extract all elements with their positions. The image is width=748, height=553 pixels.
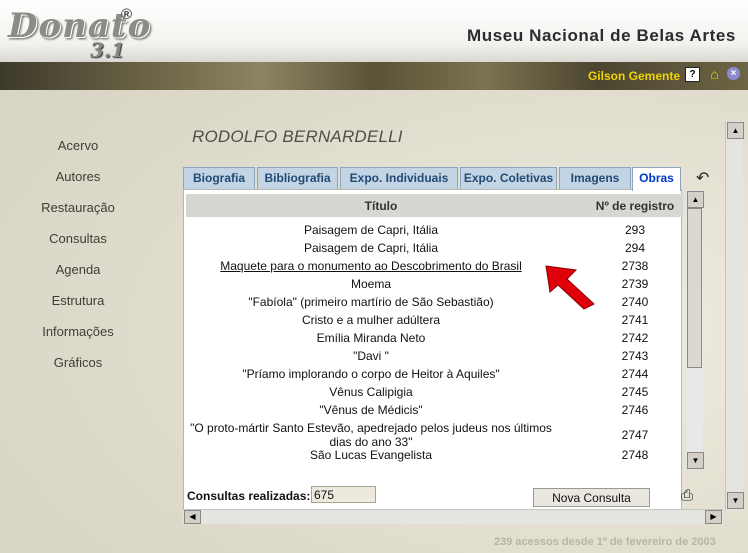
sidebar-item-acervo[interactable]: Acervo (0, 137, 156, 168)
scroll-up-button[interactable]: ▲ (687, 191, 704, 208)
table-row: "Príamo implorando o corpo de Heitor à A… (186, 367, 683, 385)
user-name: Gilson Gemente (587, 69, 680, 83)
tab-bibliografia[interactable]: Bibliografia (257, 167, 338, 189)
header: Donato ® 3.1 Museu Nacional de Belas Art… (0, 0, 748, 62)
page-scroll-left-button[interactable]: ◀ (184, 510, 201, 524)
work-title: "Fabíola" (primeiro martírio de São Seba… (248, 295, 494, 309)
column-header-title: Título (364, 199, 398, 213)
works-table: Título Nº de registro Paisagem de Capri,… (186, 192, 685, 467)
help-icon[interactable]: ? (685, 67, 700, 82)
scroll-down-button[interactable]: ▼ (687, 452, 704, 469)
work-title: Cristo e a mulher adúltera (301, 313, 441, 327)
column-header-registration: Nº de registro (595, 199, 675, 213)
tab-expo-coletivas[interactable]: Expo. Coletivas (460, 167, 557, 189)
sidebar-item-consultas[interactable]: Consultas (0, 230, 156, 261)
work-title: Paisagem de Capri, Itália (303, 223, 439, 237)
work-title: "O proto-mártir Santo Estevão, apedrejad… (190, 421, 552, 449)
registration-number: 2741 (621, 313, 649, 327)
work-title-link[interactable]: Maquete para o monumento ao Descobriment… (186, 259, 556, 273)
table-row: Vênus Calipigia 2745 (186, 385, 683, 403)
queries-count-field[interactable]: 675 (311, 486, 376, 503)
back-icon[interactable]: ↶ (696, 168, 709, 188)
pointer-arrow-icon (545, 265, 595, 310)
registration-number: 2742 (621, 331, 649, 345)
work-title: "Príamo implorando o corpo de Heitor à A… (242, 367, 500, 381)
table-scrollbar[interactable]: ▲ ▼ (686, 190, 704, 469)
table-row: "Fabíola" (primeiro martírio de São Seba… (186, 295, 683, 313)
museum-title: Museu Nacional de Belas Artes (466, 26, 736, 45)
sidebar-item-informacoes[interactable]: Informações (0, 323, 156, 354)
work-title: "Davi " (353, 349, 389, 363)
page-scrollbar-vertical[interactable]: ▲ ▼ (725, 121, 744, 511)
access-counter: 239 acessos desde 1º de fevereiro de 200… (494, 536, 716, 548)
work-title: Paisagem de Capri, Itália (303, 241, 439, 255)
work-title: Moema (350, 277, 391, 291)
table-row: Moema 2739 (186, 277, 683, 295)
page-scroll-down-button[interactable]: ▼ (727, 492, 744, 509)
page-scroll-right-button[interactable]: ▶ (705, 510, 722, 524)
sidebar-item-estrutura[interactable]: Estrutura (0, 292, 156, 323)
registration-number: 294 (624, 241, 646, 255)
work-title: Emília Miranda Neto (316, 331, 426, 345)
tab-obras[interactable]: Obras (632, 167, 681, 191)
work-title: São Lucas Evangelista (309, 448, 433, 462)
table-header: Título Nº de registro (186, 194, 683, 217)
table-row: Emília Miranda Neto 2742 (186, 331, 683, 349)
table-row: Paisagem de Capri, Itália 294 (186, 241, 683, 259)
work-title: "Vênus de Médicis" (319, 403, 423, 417)
page-scroll-up-button[interactable]: ▲ (727, 122, 744, 139)
page-scrollbar-horizontal[interactable]: ◀ ▶ (183, 509, 723, 524)
registration-number: 2748 (621, 448, 649, 462)
app-version: 3.1 (90, 38, 125, 62)
work-title: Vênus Calipigia (329, 385, 413, 399)
tab-expo-individuais[interactable]: Expo. Individuais (340, 167, 458, 189)
print-icon[interactable]: ⎙ (681, 487, 693, 504)
table-row[interactable]: Maquete para o monumento ao Descobriment… (186, 259, 683, 277)
registration-number: 2746 (621, 403, 649, 417)
table-row: "Vênus de Médicis" 2746 (186, 403, 683, 421)
tab-biografia[interactable]: Biografia (183, 167, 255, 189)
table-row: "O proto-mártir Santo Estevão, apedrejad… (186, 421, 683, 449)
registration-number: 2745 (621, 385, 649, 399)
sidebar-item-graficos[interactable]: Gráficos (0, 354, 156, 385)
scroll-thumb[interactable] (687, 208, 702, 368)
page-title: RODOLFO BERNARDELLI (192, 127, 403, 146)
registration-number: 293 (624, 223, 646, 237)
registration-number: 2744 (621, 367, 649, 381)
sidebar: Acervo Autores Restauração Consultas Age… (0, 137, 156, 385)
queries-label: Consultas realizadas: (187, 489, 311, 503)
table-row: Cristo e a mulher adúltera 2741 (186, 313, 683, 331)
registration-number: 2743 (621, 349, 649, 363)
close-icon[interactable]: × (727, 67, 740, 80)
registered-mark: ® (121, 6, 133, 23)
registration-number: 2747 (621, 428, 649, 442)
new-query-button[interactable]: Nova Consulta (533, 488, 650, 507)
sidebar-item-restauracao[interactable]: Restauração (0, 199, 156, 230)
tab-imagens[interactable]: Imagens (559, 167, 631, 189)
home-icon[interactable]: ⌂ (708, 66, 721, 82)
table-row: Paisagem de Capri, Itália 293 (186, 223, 683, 241)
sidebar-item-autores[interactable]: Autores (0, 168, 156, 199)
table-row: "Davi " 2743 (186, 349, 683, 367)
sidebar-item-agenda[interactable]: Agenda (0, 261, 156, 292)
table-row: São Lucas Evangelista 2748 (186, 448, 683, 466)
